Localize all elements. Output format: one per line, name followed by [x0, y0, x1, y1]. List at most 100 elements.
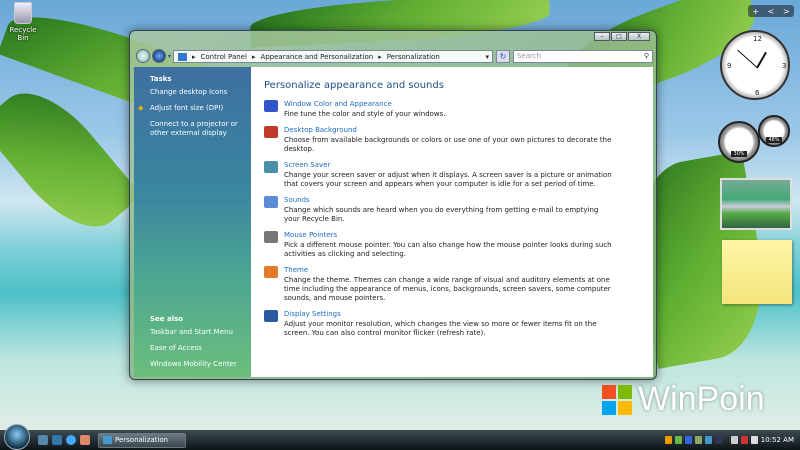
- breadcrumb-separator: ▸: [251, 52, 256, 61]
- item-description: Change your screen saver or adjust when …: [284, 171, 612, 188]
- see-also-heading: See also: [150, 315, 184, 323]
- tray-icon[interactable]: [714, 436, 722, 444]
- breadcrumb-appearance[interactable]: Appearance and Personalization: [260, 53, 373, 61]
- slideshow-gadget[interactable]: [720, 178, 792, 230]
- volume-icon[interactable]: [750, 436, 758, 444]
- address-dropdown-icon[interactable]: ▾: [485, 53, 489, 61]
- close-button[interactable]: X: [628, 32, 650, 41]
- clock-gadget[interactable]: 12 3 6 9: [720, 30, 790, 100]
- breadcrumb-personalization[interactable]: Personalization: [387, 53, 440, 61]
- battery-icon[interactable]: [730, 436, 738, 444]
- forward-button[interactable]: [152, 49, 166, 63]
- mouse-pointer-icon: [264, 231, 278, 243]
- refresh-button[interactable]: ↻: [496, 50, 510, 63]
- cpu-value: 30%: [731, 151, 747, 157]
- system-tray: 10:52 AM: [664, 436, 800, 444]
- memory-dial: 48%: [758, 115, 790, 147]
- item-description: Choose from available backgrounds or col…: [284, 136, 612, 153]
- theme-icon: [264, 266, 278, 278]
- back-button[interactable]: [136, 49, 150, 63]
- task-label: Personalization: [115, 436, 169, 444]
- tasks-heading: Tasks: [150, 75, 172, 83]
- watermark-text: WinPoin: [638, 380, 765, 418]
- tray-icon[interactable]: [704, 436, 712, 444]
- search-input[interactable]: Search ⚲: [513, 50, 653, 63]
- personalization-window: – □ X ▾ ▸ Control Panel ▸ Appearance and…: [129, 30, 657, 380]
- link-taskbar-start-menu[interactable]: Taskbar and Start Menu: [150, 328, 237, 337]
- link-ease-of-access[interactable]: Ease of Access: [150, 344, 237, 353]
- task-change-desktop-icons[interactable]: Change desktop icons: [150, 88, 251, 97]
- switch-windows-icon[interactable]: [52, 435, 62, 445]
- personalization-item: Sounds Change which sounds are heard whe…: [264, 196, 653, 224]
- breadcrumb-control-panel[interactable]: Control Panel: [201, 53, 247, 61]
- personalization-item: Mouse Pointers Pick a different mouse po…: [264, 231, 653, 259]
- item-description: Pick a different mouse pointer. You can …: [284, 241, 612, 258]
- item-link[interactable]: Desktop Background: [284, 126, 653, 134]
- personalization-item: Desktop Background Choose from available…: [264, 126, 653, 154]
- minimize-button[interactable]: –: [594, 32, 610, 41]
- address-bar[interactable]: ▸ Control Panel ▸ Appearance and Persona…: [173, 50, 493, 63]
- hour-hand: [756, 51, 767, 69]
- item-description: Change the theme. Themes can change a wi…: [284, 276, 611, 302]
- sidebar-controls: + < >: [748, 5, 794, 17]
- display-settings-icon: [264, 310, 278, 322]
- cpu-meter-gadget[interactable]: 30% 48%: [718, 115, 793, 165]
- item-link[interactable]: Screen Saver: [284, 161, 653, 169]
- recycle-bin-label: Recycle Bin: [9, 26, 37, 42]
- previous-button[interactable]: <: [768, 7, 775, 16]
- internet-explorer-icon[interactable]: [66, 435, 76, 445]
- winpoin-watermark: WinPoin: [602, 380, 765, 419]
- tray-icon[interactable]: [694, 436, 702, 444]
- search-icon[interactable]: ⚲: [644, 51, 649, 62]
- page-title: Personalize appearance and sounds: [264, 80, 444, 91]
- media-icon[interactable]: [80, 435, 90, 445]
- breadcrumb-separator: ▸: [192, 52, 196, 61]
- start-button[interactable]: [4, 424, 30, 450]
- windows-logo-icon: [602, 384, 632, 415]
- search-placeholder: Search: [517, 52, 542, 60]
- item-description: Change which sounds are heard when you d…: [284, 206, 599, 223]
- tray-icon[interactable]: [664, 436, 672, 444]
- task-connect-projector[interactable]: Connect to a projector or other external…: [150, 120, 251, 138]
- add-gadget-button[interactable]: +: [752, 7, 759, 16]
- cpu-dial: 30%: [718, 121, 760, 163]
- network-icon[interactable]: [740, 436, 748, 444]
- item-link[interactable]: Display Settings: [284, 310, 653, 318]
- content-pane: Personalize appearance and sounds Window…: [251, 67, 653, 377]
- item-link[interactable]: Mouse Pointers: [284, 231, 653, 239]
- memory-value: 48%: [766, 137, 782, 143]
- recent-pages-dropdown[interactable]: ▾: [168, 53, 171, 60]
- tray-icon[interactable]: [674, 436, 682, 444]
- personalization-item: Screen Saver Change your screen saver or…: [264, 161, 653, 189]
- palm-leaf: [0, 73, 143, 247]
- personalization-item: Window Color and Appearance Fine tune th…: [264, 100, 653, 119]
- recycle-bin[interactable]: Recycle Bin: [4, 2, 42, 42]
- taskbar: Personalization 10:52 AM: [0, 424, 800, 450]
- window-color-icon: [264, 100, 278, 112]
- personalization-item: Theme Change the theme. Themes can chang…: [264, 266, 653, 303]
- sounds-icon: [264, 196, 278, 208]
- maximize-button[interactable]: □: [611, 32, 627, 41]
- breadcrumb-separator: ▸: [378, 52, 382, 61]
- item-link[interactable]: Theme: [284, 266, 653, 274]
- task-label: Adjust font size (DPI): [150, 104, 224, 112]
- notes-gadget[interactable]: [722, 240, 792, 304]
- item-link[interactable]: Window Color and Appearance: [284, 100, 653, 108]
- task-adjust-font-size[interactable]: ◆ Adjust font size (DPI): [138, 104, 251, 113]
- personalization-icon: [103, 436, 112, 444]
- recycle-bin-icon: [14, 2, 32, 24]
- screen-saver-icon: [264, 161, 278, 173]
- quick-launch: [38, 435, 90, 445]
- item-link[interactable]: Sounds: [284, 196, 653, 204]
- minute-hand: [737, 49, 758, 68]
- link-mobility-center[interactable]: Windows Mobility Center: [150, 360, 237, 369]
- bluetooth-icon[interactable]: [684, 436, 692, 444]
- desktop-background-icon: [264, 126, 278, 138]
- task-pane: Tasks Change desktop icons ◆ Adjust font …: [134, 67, 251, 377]
- item-description: Adjust your monitor resolution, which ch…: [284, 320, 597, 337]
- next-button[interactable]: >: [783, 7, 790, 16]
- control-panel-icon: [178, 52, 187, 61]
- show-desktop-icon[interactable]: [38, 435, 48, 445]
- clock[interactable]: 10:52 AM: [761, 436, 794, 444]
- taskbar-button-personalization[interactable]: Personalization: [98, 432, 186, 448]
